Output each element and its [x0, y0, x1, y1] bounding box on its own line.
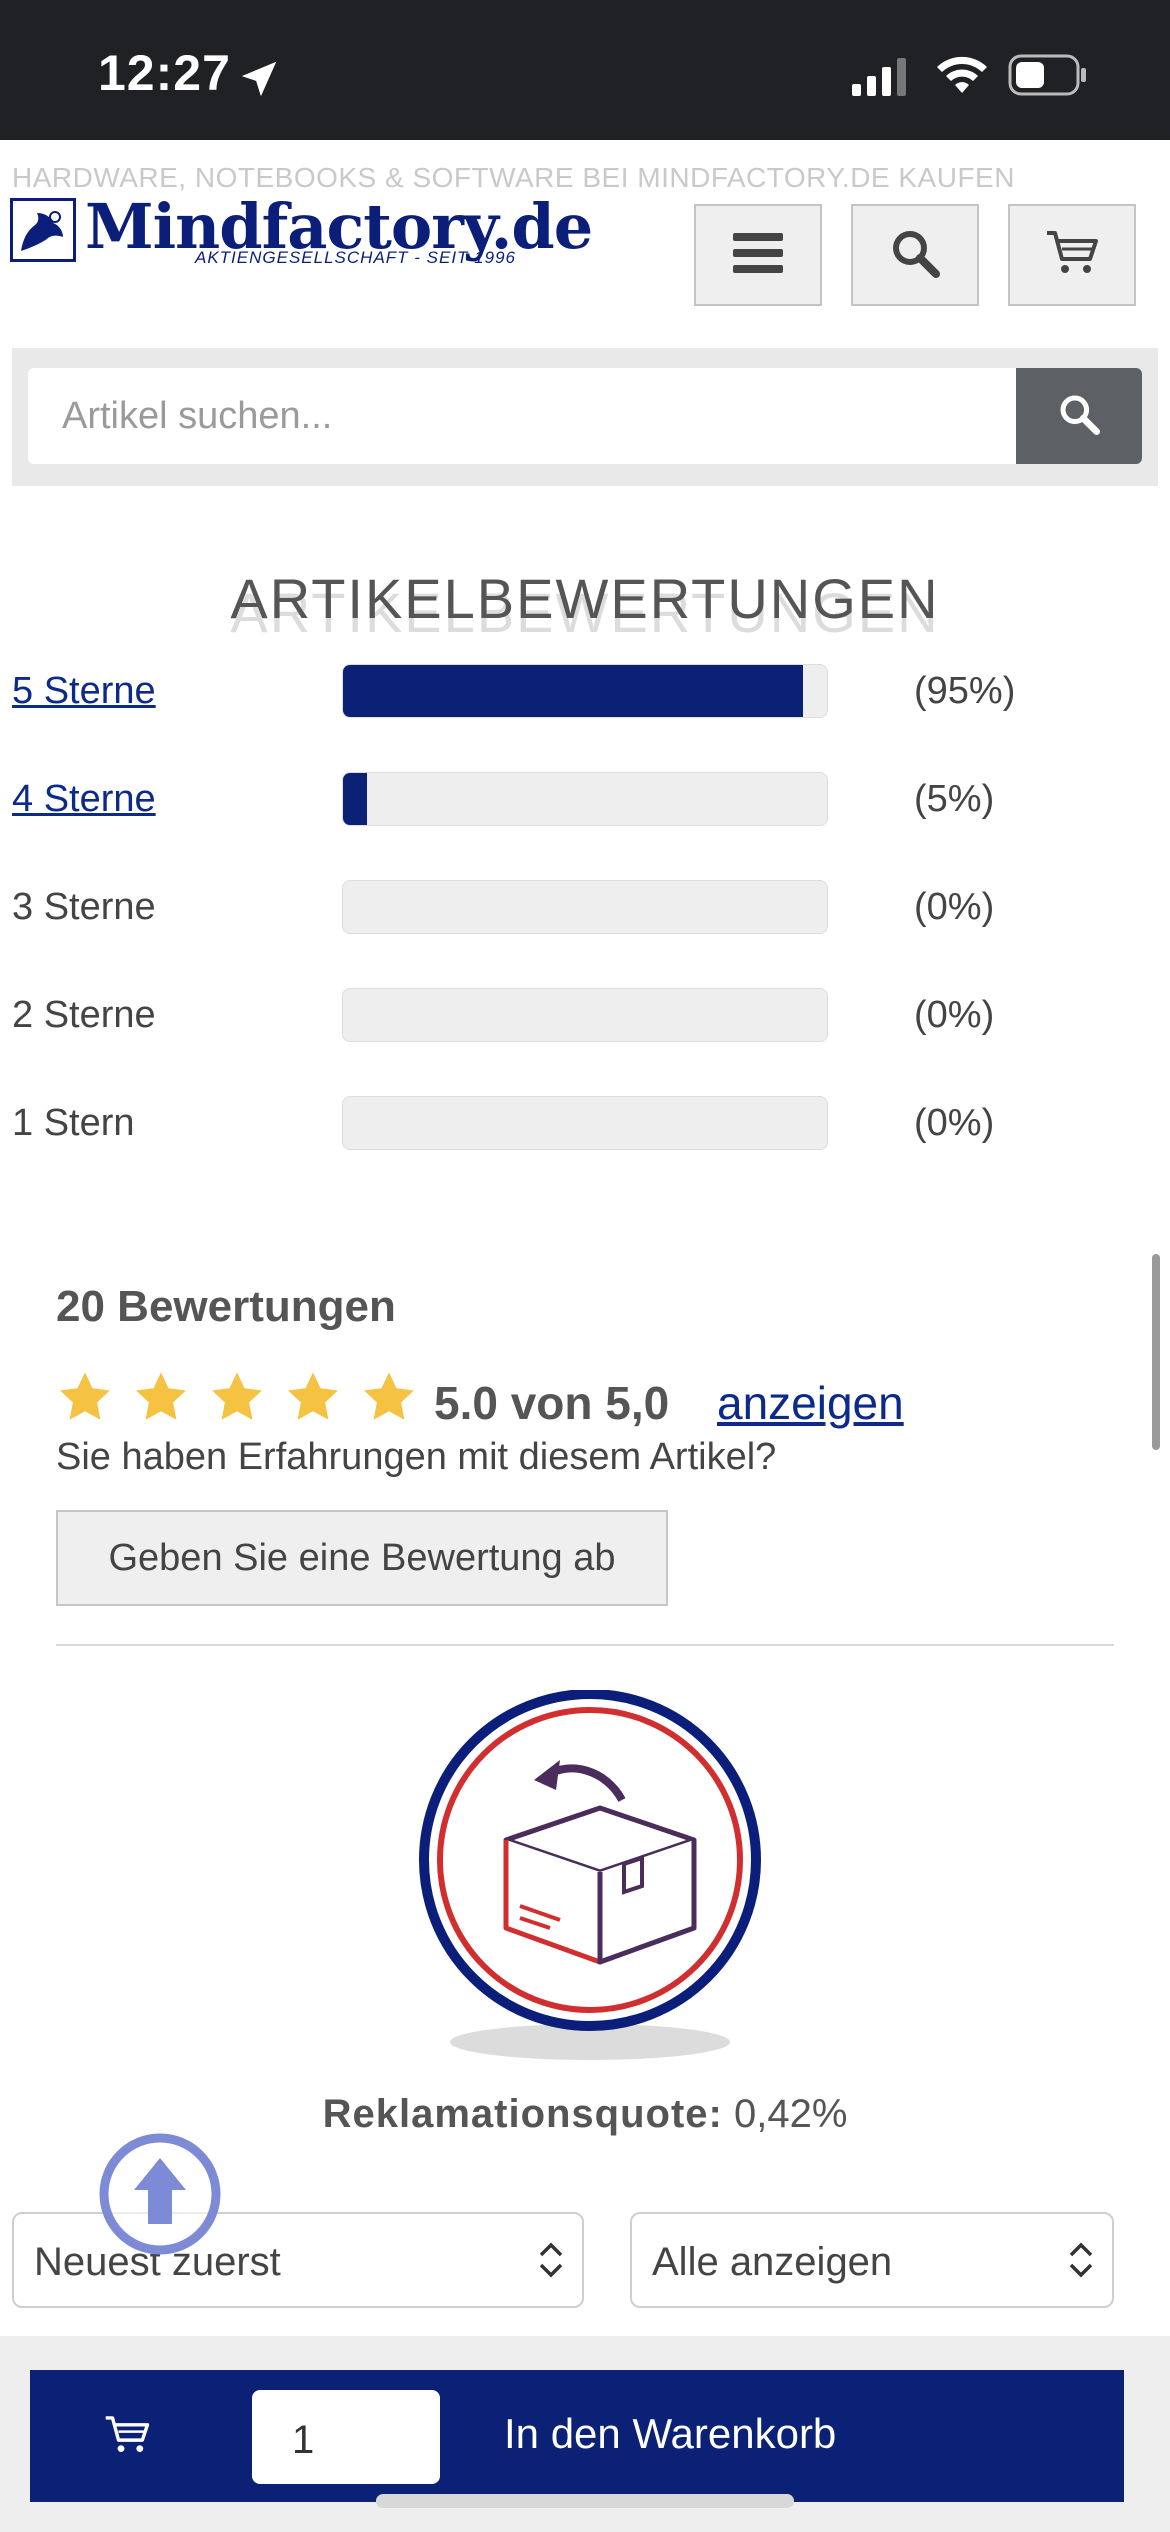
chevron-updown-icon: [1068, 2240, 1094, 2290]
star-icon: [364, 1372, 414, 1420]
rating-label-3: 3 Sterne: [12, 886, 156, 928]
rating-percent-2: (0%): [914, 994, 995, 1036]
scroll-to-top-button[interactable]: [98, 2132, 222, 2256]
search-icon: [890, 228, 940, 283]
rating-bar-4: [342, 772, 828, 826]
divider: [56, 1644, 1114, 1646]
rating-filter-link-5[interactable]: 5 Sterne: [12, 670, 156, 713]
rating-bar-3: [342, 880, 828, 934]
ratings-title-text: ARTIKELBEWERTUNGEN: [230, 567, 940, 630]
rating-percent-5: (95%): [914, 670, 1016, 712]
rating-bar-5: [342, 664, 828, 718]
filter-value: Alle anzeigen: [652, 2240, 893, 2284]
add-to-cart-button[interactable]: In den Warenkorb: [504, 2410, 836, 2458]
status-bar: 12:27: [0, 0, 1170, 140]
bottom-cart-area: 1 In den Warenkorb: [0, 2336, 1170, 2532]
rating-filter-link-4[interactable]: 4 Sterne: [12, 778, 156, 821]
cellular-signal-icon: [852, 56, 912, 101]
rating-label-2: 2 Sterne: [12, 994, 156, 1036]
write-review-button[interactable]: Geben Sie eine Bewertung ab: [56, 1510, 668, 1606]
review-count: 20 Bewertungen: [56, 1282, 396, 1331]
rating-row-4: 4 Sterne (5%): [0, 772, 1170, 832]
mindfactory-logo[interactable]: Mindfactory.de AKTIENGESELLSCHAFT - SEIT…: [10, 190, 593, 276]
battery-icon: [1008, 54, 1088, 101]
status-time: 12:27: [98, 45, 231, 101]
rating-row-1: 1 Stern (0%): [0, 1096, 1170, 1156]
rating-bar-fill: [343, 773, 368, 825]
cart-icon: [1045, 229, 1099, 282]
logo-emblem-icon: [10, 198, 76, 262]
logo-subtext: AKTIENGESELLSCHAFT - SEIT 1996: [195, 248, 516, 267]
return-rate-label: Reklamationsquote:: [322, 2092, 723, 2136]
rating-row-2: 2 Sterne (0%): [0, 988, 1170, 1048]
filter-select[interactable]: Alle anzeigen: [630, 2212, 1114, 2308]
review-prompt-text: Sie haben Erfahrungen mit diesem Artikel…: [56, 1436, 777, 1478]
rating-bar-2: [342, 988, 828, 1042]
rating-row-3: 3 Sterne (0%): [0, 880, 1170, 940]
chevron-updown-icon: [538, 2240, 564, 2290]
star-rating: [56, 1368, 418, 1428]
rating-percent-4: (5%): [914, 778, 995, 820]
search-input[interactable]: [28, 368, 1028, 464]
add-to-cart-bar: 1 In den Warenkorb: [30, 2370, 1124, 2502]
star-icon: [288, 1372, 338, 1420]
rating-percent-1: (0%): [914, 1102, 995, 1144]
cart-icon: [104, 2414, 150, 2461]
search-icon: [1058, 393, 1100, 440]
page-scrollbar[interactable]: [1152, 1254, 1160, 1450]
return-rate-badge-icon: [410, 1689, 770, 2070]
rating-row-5: 5 Sterne (95%): [0, 664, 1170, 724]
wifi-icon: [934, 52, 990, 101]
quantity-input[interactable]: 1: [252, 2390, 440, 2484]
star-icon: [212, 1372, 262, 1420]
return-rate-value: 0,42%: [734, 2092, 848, 2136]
rating-label-1: 1 Stern: [12, 1102, 135, 1144]
star-icon: [136, 1372, 186, 1420]
ratings-section-title: ARTIKELBEWERTUNGEN ARTIKELBEWERTUNGEN: [0, 566, 1170, 644]
menu-button[interactable]: [694, 204, 822, 306]
search-bar: [12, 348, 1158, 486]
rating-bar-fill: [343, 665, 803, 717]
arrow-up-icon: [99, 2133, 221, 2255]
rating-bar-1: [342, 1096, 828, 1150]
header-search-button[interactable]: [851, 204, 979, 306]
home-indicator: [376, 2494, 794, 2508]
return-rate: Reklamationsquote: 0,42%: [0, 2092, 1170, 2137]
star-icon: [60, 1372, 110, 1420]
location-arrow-icon: [236, 56, 282, 107]
hamburger-menu-icon: [733, 231, 783, 280]
rating-percent-3: (0%): [914, 886, 995, 928]
search-submit-button[interactable]: [1016, 368, 1142, 464]
show-reviews-link[interactable]: anzeigen: [717, 1376, 904, 1430]
average-rating: 5.0 von 5,0: [434, 1377, 670, 1429]
header-cart-button[interactable]: [1008, 204, 1136, 306]
